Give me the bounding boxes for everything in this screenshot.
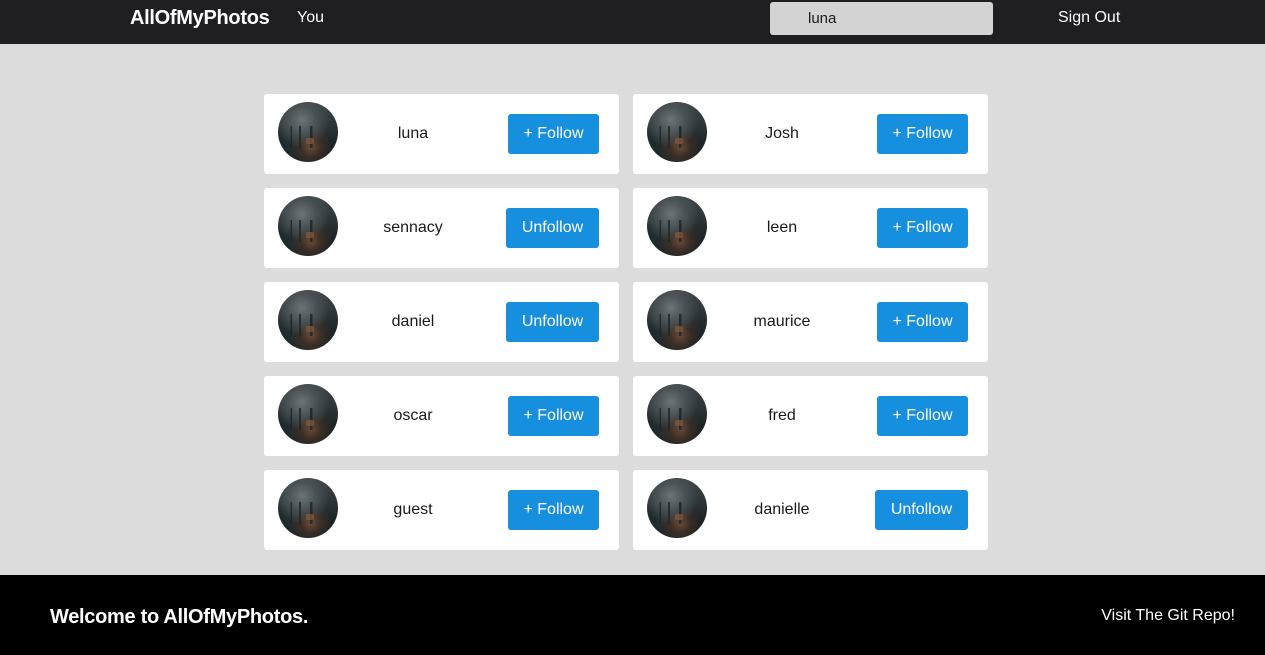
avatar[interactable] xyxy=(647,384,707,444)
user-card: guest + Follow xyxy=(264,470,619,550)
avatar[interactable] xyxy=(647,196,707,256)
unfollow-button[interactable]: Unfollow xyxy=(875,490,968,530)
avatar[interactable] xyxy=(278,102,338,162)
user-card: leen + Follow xyxy=(633,188,988,268)
unfollow-button[interactable]: Unfollow xyxy=(506,208,599,248)
user-name[interactable]: fred xyxy=(707,376,857,456)
user-card: oscar + Follow xyxy=(264,376,619,456)
avatar[interactable] xyxy=(278,478,338,538)
follow-button[interactable]: + Follow xyxy=(877,302,968,342)
search-input[interactable] xyxy=(770,2,993,35)
unfollow-button[interactable]: Unfollow xyxy=(506,302,599,342)
user-name[interactable]: luna xyxy=(338,94,488,174)
follow-button[interactable]: + Follow xyxy=(877,396,968,436)
user-card: daniel Unfollow xyxy=(264,282,619,362)
avatar[interactable] xyxy=(647,478,707,538)
user-card: sennacy Unfollow xyxy=(264,188,619,268)
user-name[interactable]: oscar xyxy=(338,376,488,456)
user-name[interactable]: maurice xyxy=(707,282,857,362)
user-name[interactable]: Josh xyxy=(707,94,857,174)
user-name[interactable]: leen xyxy=(707,188,857,268)
follow-button[interactable]: + Follow xyxy=(877,208,968,248)
user-card: fred + Follow xyxy=(633,376,988,456)
brand-logo-link[interactable]: AllOfMyPhotos xyxy=(130,7,270,30)
user-card: danielle Unfollow xyxy=(633,470,988,550)
avatar[interactable] xyxy=(278,290,338,350)
footer: Welcome to AllOfMyPhotos. Visit The Git … xyxy=(0,575,1265,655)
user-card: Josh + Follow xyxy=(633,94,988,174)
user-name[interactable]: daniel xyxy=(338,282,488,362)
nav-link-you[interactable]: You xyxy=(297,9,324,27)
follow-button[interactable]: + Follow xyxy=(508,490,599,530)
git-repo-link[interactable]: Visit The Git Repo! xyxy=(1101,607,1235,625)
avatar[interactable] xyxy=(647,290,707,350)
follow-button[interactable]: + Follow xyxy=(877,114,968,154)
user-grid: luna + Follow Josh + Follow sennacy Unfo… xyxy=(264,94,988,550)
user-name[interactable]: sennacy xyxy=(338,188,488,268)
user-name[interactable]: guest xyxy=(338,470,488,550)
footer-welcome-text: Welcome to AllOfMyPhotos. xyxy=(50,606,309,628)
follow-button[interactable]: + Follow xyxy=(508,396,599,436)
sign-out-link[interactable]: Sign Out xyxy=(1058,9,1120,27)
avatar[interactable] xyxy=(647,102,707,162)
user-name[interactable]: danielle xyxy=(707,470,857,550)
top-navbar: AllOfMyPhotos You Sign Out xyxy=(0,0,1265,44)
follow-button[interactable]: + Follow xyxy=(508,114,599,154)
avatar[interactable] xyxy=(278,196,338,256)
avatar[interactable] xyxy=(278,384,338,444)
user-card: luna + Follow xyxy=(264,94,619,174)
user-card: maurice + Follow xyxy=(633,282,988,362)
